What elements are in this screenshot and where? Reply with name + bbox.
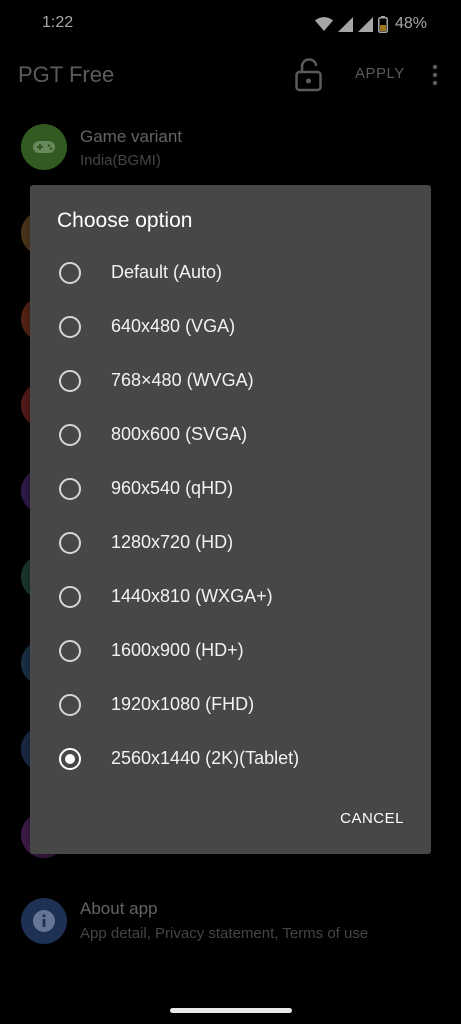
option-label: 640x480 (VGA) bbox=[111, 316, 236, 336]
gesture-nav-handle[interactable] bbox=[170, 1008, 292, 1013]
radio-button[interactable] bbox=[59, 316, 81, 338]
option-label: 1440x810 (WXGA+) bbox=[111, 586, 273, 606]
option-label: 960x540 (qHD) bbox=[111, 478, 234, 498]
option-label: Default (Auto) bbox=[111, 262, 223, 282]
option-1920x1080[interactable]: 1920x1080 (FHD) bbox=[30, 678, 431, 732]
radio-button[interactable] bbox=[59, 478, 81, 500]
option-2560x1440[interactable]: 2560x1440 (2K)(Tablet) bbox=[30, 732, 431, 786]
option-list: Default (Auto) 640x480 (VGA) 768×480 (WV… bbox=[30, 246, 431, 786]
option-label: 1920x1080 (FHD) bbox=[111, 694, 255, 714]
choose-option-dialog: Choose option Default (Auto) 640x480 (VG… bbox=[30, 185, 431, 854]
dialog-title: Choose option bbox=[57, 209, 193, 232]
option-960x540[interactable]: 960x540 (qHD) bbox=[30, 462, 431, 516]
cancel-button[interactable]: CANCEL bbox=[340, 810, 404, 827]
option-label: 1280x720 (HD) bbox=[111, 532, 234, 552]
option-1440x810[interactable]: 1440x810 (WXGA+) bbox=[30, 570, 431, 624]
radio-button-selected[interactable] bbox=[59, 748, 81, 770]
option-1280x720[interactable]: 1280x720 (HD) bbox=[30, 516, 431, 570]
radio-button[interactable] bbox=[59, 640, 81, 662]
option-768x480[interactable]: 768×480 (WVGA) bbox=[30, 354, 431, 408]
radio-button[interactable] bbox=[59, 694, 81, 716]
option-label: 2560x1440 (2K)(Tablet) bbox=[111, 748, 300, 768]
radio-button[interactable] bbox=[59, 532, 81, 554]
option-1600x900[interactable]: 1600x900 (HD+) bbox=[30, 624, 431, 678]
option-label: 800x600 (SVGA) bbox=[111, 424, 248, 444]
radio-button[interactable] bbox=[59, 424, 81, 446]
radio-button[interactable] bbox=[59, 262, 81, 284]
radio-button[interactable] bbox=[59, 370, 81, 392]
option-800x600[interactable]: 800x600 (SVGA) bbox=[30, 408, 431, 462]
radio-button[interactable] bbox=[59, 586, 81, 608]
option-label: 1600x900 (HD+) bbox=[111, 640, 244, 660]
option-default-auto[interactable]: Default (Auto) bbox=[30, 246, 431, 300]
option-640x480[interactable]: 640x480 (VGA) bbox=[30, 300, 431, 354]
option-label: 768×480 (WVGA) bbox=[111, 370, 254, 390]
